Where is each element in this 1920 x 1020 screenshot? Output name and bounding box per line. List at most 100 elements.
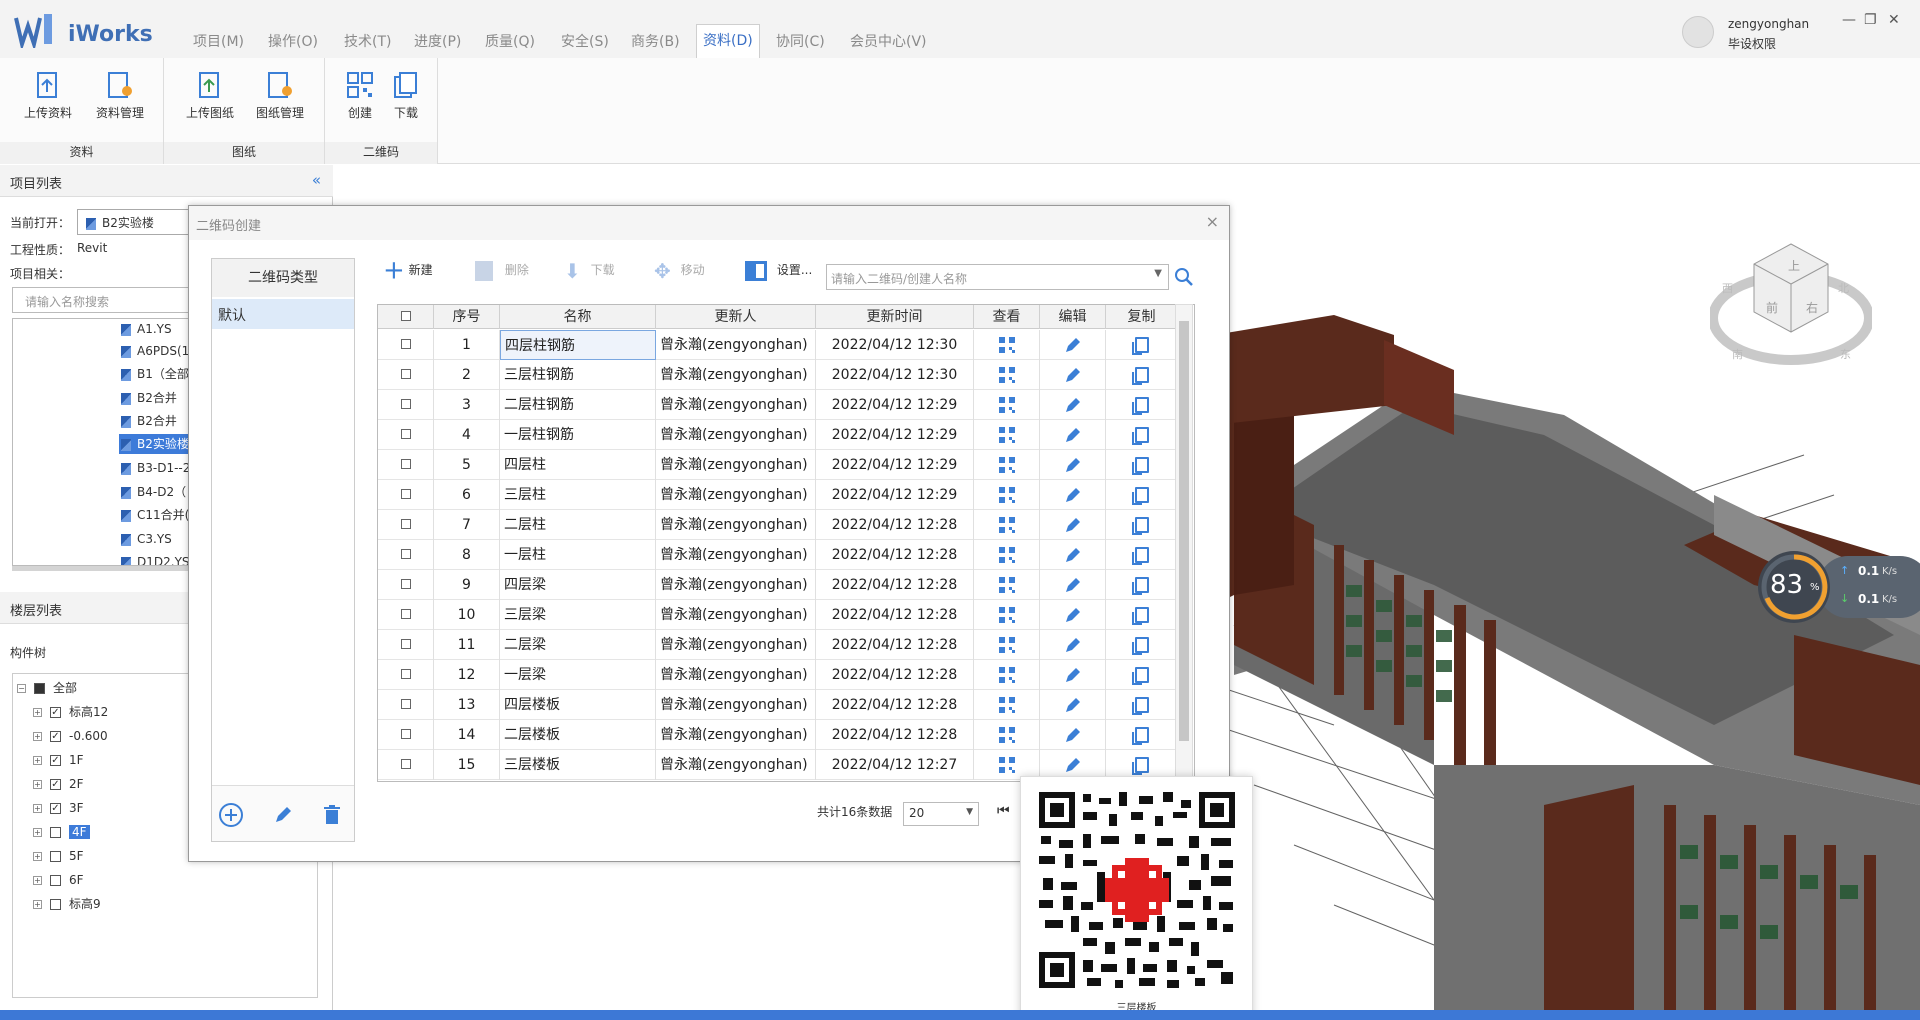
checkbox[interactable] (50, 875, 61, 886)
new-button[interactable]: + 新建 (383, 256, 433, 285)
row-checkbox[interactable] (378, 330, 434, 360)
table-row[interactable]: 3 二层柱钢筋 曾永瀚(zengyonghan) 2022/04/12 12:29 (378, 390, 1178, 420)
copy-cell[interactable] (1106, 660, 1178, 690)
edit-icon[interactable] (1064, 336, 1082, 354)
checkbox[interactable] (400, 339, 411, 349)
row-name[interactable]: 一层柱 (500, 540, 656, 570)
row-checkbox[interactable] (378, 660, 434, 690)
row-name[interactable]: 四层柱钢筋 (500, 330, 656, 360)
view-qr-cell[interactable] (974, 480, 1040, 510)
copy-icon[interactable] (1131, 757, 1149, 775)
checkbox[interactable] (400, 489, 411, 499)
view-qr-cell[interactable] (974, 510, 1040, 540)
checkbox[interactable]: ✓ (50, 779, 61, 790)
copy-icon[interactable] (1131, 427, 1149, 445)
checkbox[interactable] (400, 519, 411, 529)
row-checkbox[interactable] (378, 480, 434, 510)
chevron-down-icon[interactable]: ▼ (1154, 268, 1162, 279)
row-name[interactable]: 三层柱钢筋 (500, 360, 656, 390)
edit-cell[interactable] (1040, 600, 1106, 630)
search-icon[interactable] (1173, 266, 1195, 288)
select-all-checkbox[interactable] (378, 305, 434, 329)
avatar[interactable] (1682, 16, 1714, 48)
collapse-icon[interactable]: « (312, 171, 321, 189)
collapse-icon[interactable]: − (17, 684, 26, 693)
col-header[interactable]: 查看 (974, 305, 1040, 329)
row-name[interactable]: 二层梁 (500, 630, 656, 660)
tree-node[interactable]: + ✓ 1F (33, 750, 84, 770)
row-name[interactable]: 四层梁 (500, 570, 656, 600)
copy-cell[interactable] (1106, 630, 1178, 660)
checkbox[interactable]: ✓ (50, 755, 61, 766)
edit-icon[interactable] (1064, 666, 1082, 684)
edit-icon[interactable] (1064, 516, 1082, 534)
view-qr-icon[interactable] (998, 607, 1015, 623)
row-checkbox[interactable] (378, 570, 434, 600)
edit-type-icon[interactable] (272, 804, 294, 826)
view-qr-cell[interactable] (974, 420, 1040, 450)
tree-node-root[interactable]: − 全部 (17, 678, 77, 698)
copy-icon[interactable] (1131, 337, 1149, 355)
row-checkbox[interactable] (378, 540, 434, 570)
copy-icon[interactable] (1131, 697, 1149, 715)
view-qr-icon[interactable] (998, 727, 1015, 743)
checkbox[interactable]: ✓ (50, 731, 61, 742)
expand-icon[interactable]: + (33, 756, 42, 765)
checkbox[interactable] (34, 683, 45, 694)
row-checkbox[interactable] (378, 690, 434, 720)
table-row[interactable]: 11 二层梁 曾永瀚(zengyonghan) 2022/04/12 12:28 (378, 630, 1178, 660)
copy-icon[interactable] (1131, 367, 1149, 385)
row-checkbox[interactable] (378, 360, 434, 390)
expand-icon[interactable]: + (33, 708, 42, 717)
copy-cell[interactable] (1106, 480, 1178, 510)
qr-download-button[interactable]: 下载 (386, 70, 426, 121)
menu-member-center[interactable]: 会员中心(V) (848, 30, 929, 58)
qr-search-input[interactable]: 请输入二维码/创建人名称 ▼ (826, 264, 1169, 290)
col-header[interactable]: 更新时间 (816, 305, 974, 329)
col-header[interactable]: 名称 (500, 305, 656, 329)
restore-button[interactable]: ❐ (1864, 12, 1877, 28)
edit-cell[interactable] (1040, 660, 1106, 690)
checkbox[interactable] (400, 369, 411, 379)
checkbox[interactable] (50, 827, 61, 838)
list-item-selected[interactable]: B2实验楼 (119, 434, 191, 454)
col-header[interactable]: 更新人 (656, 305, 816, 329)
row-name[interactable]: 四层柱 (500, 450, 656, 480)
copy-icon[interactable] (1131, 577, 1149, 595)
copy-cell[interactable] (1106, 570, 1178, 600)
checkbox[interactable] (400, 429, 411, 439)
list-item[interactable]: B2合并 (119, 388, 179, 408)
checkbox[interactable] (400, 669, 411, 679)
list-item[interactable]: B1（全部 (119, 364, 191, 384)
edit-icon[interactable] (1064, 726, 1082, 744)
row-name[interactable]: 二层柱 (500, 510, 656, 540)
table-row[interactable]: 5 四层柱 曾永瀚(zengyonghan) 2022/04/12 12:29 (378, 450, 1178, 480)
copy-cell[interactable] (1106, 600, 1178, 630)
close-icon[interactable]: × (1206, 212, 1219, 231)
list-item[interactable]: B2合井 (119, 411, 179, 431)
table-row[interactable]: 6 三层柱 曾永瀚(zengyonghan) 2022/04/12 12:29 (378, 480, 1178, 510)
list-item[interactable]: A1.YS (119, 319, 174, 339)
edit-icon[interactable] (1064, 366, 1082, 384)
qr-create-button[interactable]: 创建 (340, 70, 380, 121)
doc-manage-button[interactable]: 资料管理 (92, 70, 148, 121)
edit-cell[interactable] (1040, 390, 1106, 420)
list-item[interactable]: B4-D2（ (119, 482, 188, 502)
expand-icon[interactable]: + (33, 732, 42, 741)
row-checkbox[interactable] (378, 630, 434, 660)
list-item[interactable]: C11合并( (119, 505, 191, 525)
copy-icon[interactable] (1131, 667, 1149, 685)
table-row[interactable]: 7 二层柱 曾永瀚(zengyonghan) 2022/04/12 12:28 (378, 510, 1178, 540)
edit-icon[interactable] (1064, 576, 1082, 594)
copy-icon[interactable] (1131, 517, 1149, 535)
tree-node-selected[interactable]: +4F (33, 822, 90, 842)
tree-node[interactable]: + ✓ 2F (33, 774, 84, 794)
edit-cell[interactable] (1040, 450, 1106, 480)
edit-icon[interactable] (1064, 456, 1082, 474)
view-qr-cell[interactable] (974, 660, 1040, 690)
edit-icon[interactable] (1064, 696, 1082, 714)
view-qr-icon[interactable] (998, 487, 1015, 503)
tree-node[interactable]: + ✓ -0.600 (33, 726, 108, 746)
table-row[interactable]: 8 一层柱 曾永瀚(zengyonghan) 2022/04/12 12:28 (378, 540, 1178, 570)
edit-icon[interactable] (1064, 486, 1082, 504)
